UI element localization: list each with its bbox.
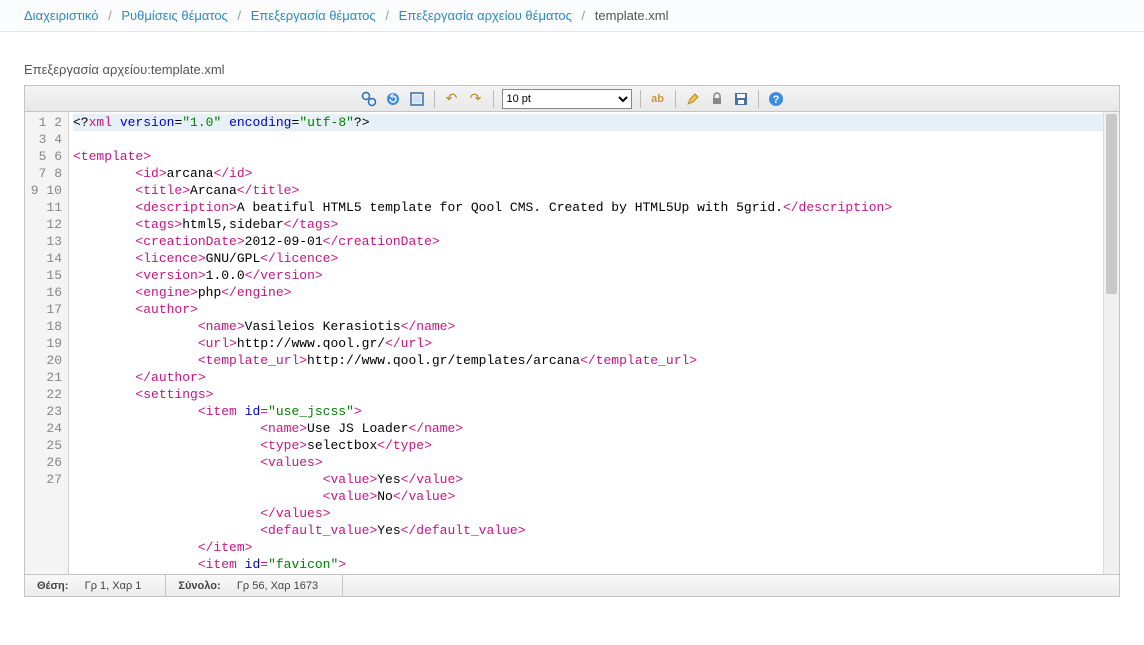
toolbar-separator	[675, 90, 676, 108]
vertical-scrollbar[interactable]	[1103, 112, 1119, 574]
breadcrumb-sep: /	[108, 8, 112, 23]
redo-icon[interactable]: ↷	[467, 90, 485, 108]
breadcrumb-link-file-edit[interactable]: Επεξεργασία αρχείου θέματος	[399, 8, 572, 23]
help-icon[interactable]: ?	[767, 90, 785, 108]
status-total-label: Σύνολο:	[178, 580, 220, 592]
breadcrumb: Διαχειριστικό / Ρυθμίσεις θέματος / Επεξ…	[0, 0, 1144, 32]
undo-icon[interactable]: ↶	[443, 90, 461, 108]
breadcrumb-link-theme-edit[interactable]: Επεξεργασία θέματος	[251, 8, 376, 23]
editor-body[interactable]: 1 2 3 4 5 6 7 8 9 10 11 12 13 14 15 16 1…	[25, 112, 1119, 574]
toolbar-separator	[493, 90, 494, 108]
refresh-icon[interactable]	[384, 90, 402, 108]
editor-toolbar: ↶ ↷ 10 pt ab ?	[25, 86, 1119, 112]
status-pos-label: Θέση:	[37, 580, 68, 592]
svg-text:?: ?	[772, 94, 779, 106]
breadcrumb-sep: /	[582, 8, 586, 23]
save-icon[interactable]	[732, 90, 750, 108]
status-total-value: Γρ 56, Χαρ 1673	[237, 580, 318, 592]
editor-statusbar: Θέση: Γρ 1, Χαρ 1 Σύνολο: Γρ 56, Χαρ 167…	[25, 574, 1119, 596]
breadcrumb-sep: /	[237, 8, 241, 23]
status-pos-value: Γρ 1, Χαρ 1	[85, 580, 142, 592]
fullscreen-icon[interactable]	[408, 90, 426, 108]
breadcrumb-sep: /	[385, 8, 389, 23]
code-area[interactable]: <?xml version="1.0" encoding="utf-8"?> <…	[69, 112, 1119, 574]
scrollbar-thumb[interactable]	[1106, 114, 1117, 294]
fontsize-select[interactable]: 10 pt	[502, 89, 632, 109]
toolbar-separator	[434, 90, 435, 108]
breadcrumb-current: template.xml	[595, 8, 669, 23]
highlight-icon[interactable]	[684, 90, 702, 108]
line-gutter: 1 2 3 4 5 6 7 8 9 10 11 12 13 14 15 16 1…	[25, 112, 69, 574]
lock-icon[interactable]	[708, 90, 726, 108]
page-title: Επεξεργασία αρχείου:template.xml	[24, 62, 1120, 77]
wrap-icon[interactable]: ab	[649, 90, 667, 108]
breadcrumb-link-admin[interactable]: Διαχειριστικό	[24, 8, 99, 23]
search-icon[interactable]	[360, 90, 378, 108]
toolbar-separator	[758, 90, 759, 108]
code-editor: ↶ ↷ 10 pt ab ? 1 2 3 4 5 6 7 8 9 10 11 1…	[24, 85, 1120, 597]
toolbar-separator	[640, 90, 641, 108]
breadcrumb-link-theme-settings[interactable]: Ρυθμίσεις θέματος	[121, 8, 227, 23]
